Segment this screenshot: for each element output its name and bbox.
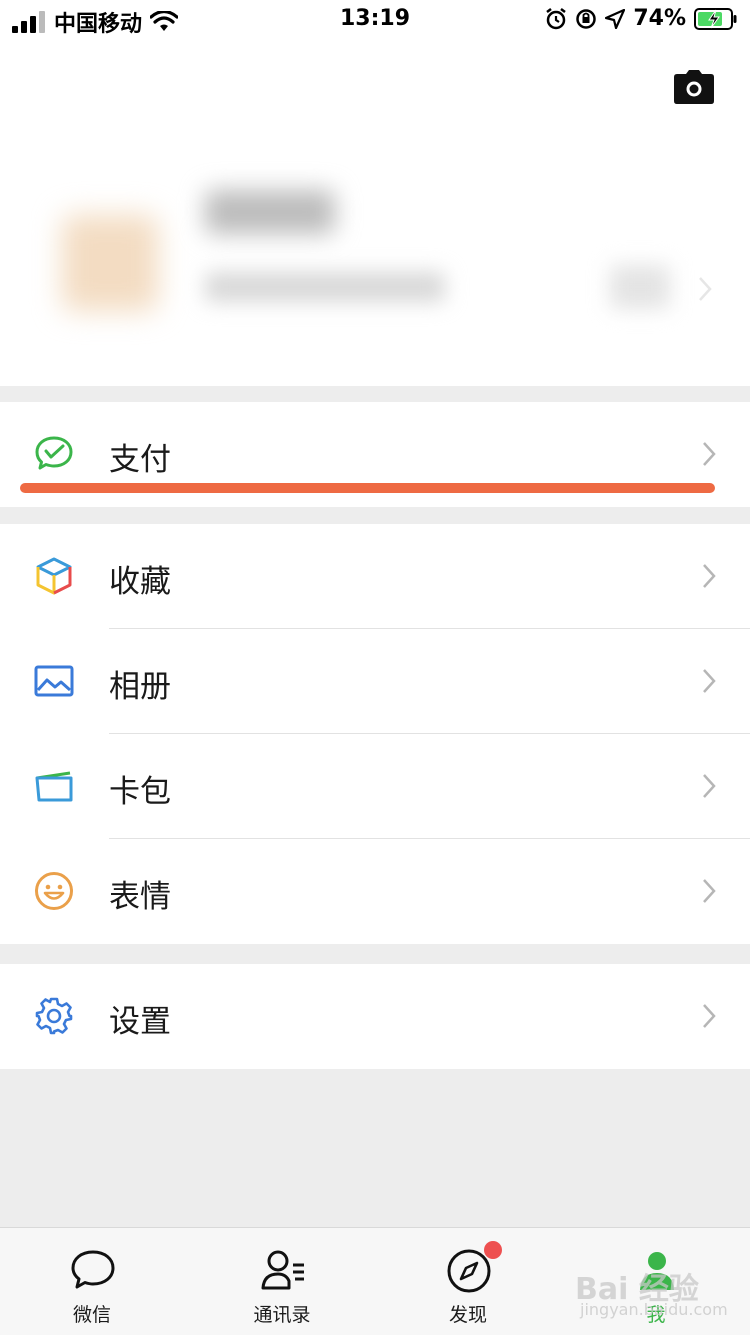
menu-item-cards[interactable]: 卡包 — [0, 734, 750, 839]
avatar[interactable] — [62, 215, 158, 311]
tab-bar: 微信 通讯录 发现 我 Bai 经验 jingyan.baidu.com — [0, 1227, 750, 1335]
menu-item-label: 支付 — [109, 442, 171, 478]
tab-chats[interactable]: 微信 — [32, 1228, 152, 1335]
wechat-id-blurred — [205, 272, 445, 302]
menu-item-label: 表情 — [109, 879, 171, 915]
menu-item-pay[interactable]: 支付 — [0, 402, 750, 507]
watermark-sub: jingyan.baidu.com — [580, 1300, 728, 1319]
tab-discover[interactable]: 发现 — [408, 1228, 528, 1335]
smile-icon — [35, 872, 73, 910]
card-icon — [35, 771, 73, 802]
chevron-right-icon — [703, 1004, 716, 1028]
chevron-right-icon — [703, 774, 716, 798]
chevron-right-icon — [703, 564, 716, 588]
cube-icon — [36, 557, 72, 595]
pay-section: 支付 — [0, 402, 750, 507]
menu-item-label: 收藏 — [109, 564, 171, 600]
tab-contacts[interactable]: 通讯录 — [222, 1228, 342, 1335]
chevron-right-icon — [703, 442, 716, 466]
rotation-lock-icon — [576, 8, 597, 29]
menu-item-stickers[interactable]: 表情 — [0, 839, 750, 944]
contacts-icon — [261, 1250, 304, 1290]
status-left: 中国移动 — [12, 6, 179, 38]
features-section: 收藏 相册 卡包 表情 — [0, 524, 750, 944]
nickname-blurred — [205, 190, 335, 234]
wechat-pay-icon — [35, 436, 73, 470]
cellular-signal-icon — [12, 11, 45, 33]
chevron-right-icon — [699, 277, 712, 301]
battery-percent: 74% — [633, 6, 686, 31]
photo-icon — [34, 665, 74, 697]
menu-item-label: 相册 — [109, 669, 171, 705]
carrier-name: 中国移动 — [54, 12, 143, 37]
camera-icon[interactable] — [674, 70, 714, 104]
battery-charging-icon — [694, 7, 737, 30]
location-arrow-icon — [605, 8, 626, 29]
menu-item-album[interactable]: 相册 — [0, 629, 750, 734]
chevron-right-icon — [703, 669, 716, 693]
profile-header[interactable] — [0, 40, 750, 386]
tab-label: 微信 — [72, 1304, 111, 1326]
status-bar: 中国移动 13:19 74% — [0, 0, 750, 40]
wifi-icon — [150, 11, 179, 31]
tab-label: 发现 — [448, 1304, 487, 1326]
tab-label: 通讯录 — [253, 1304, 311, 1326]
qr-code-icon[interactable] — [610, 265, 670, 309]
menu-item-label: 设置 — [109, 1004, 171, 1040]
settings-section: 设置 — [0, 964, 750, 1069]
status-right: 74% — [545, 6, 738, 31]
chevron-right-icon — [703, 879, 716, 903]
notification-dot — [484, 1241, 502, 1259]
alarm-icon — [546, 7, 567, 29]
menu-item-label: 卡包 — [109, 774, 171, 810]
chat-bubble-icon — [71, 1250, 115, 1289]
gear-icon — [35, 997, 73, 1035]
menu-item-settings[interactable]: 设置 — [0, 964, 750, 1069]
menu-item-favorites[interactable]: 收藏 — [0, 524, 750, 629]
highlight-underline — [20, 483, 715, 493]
